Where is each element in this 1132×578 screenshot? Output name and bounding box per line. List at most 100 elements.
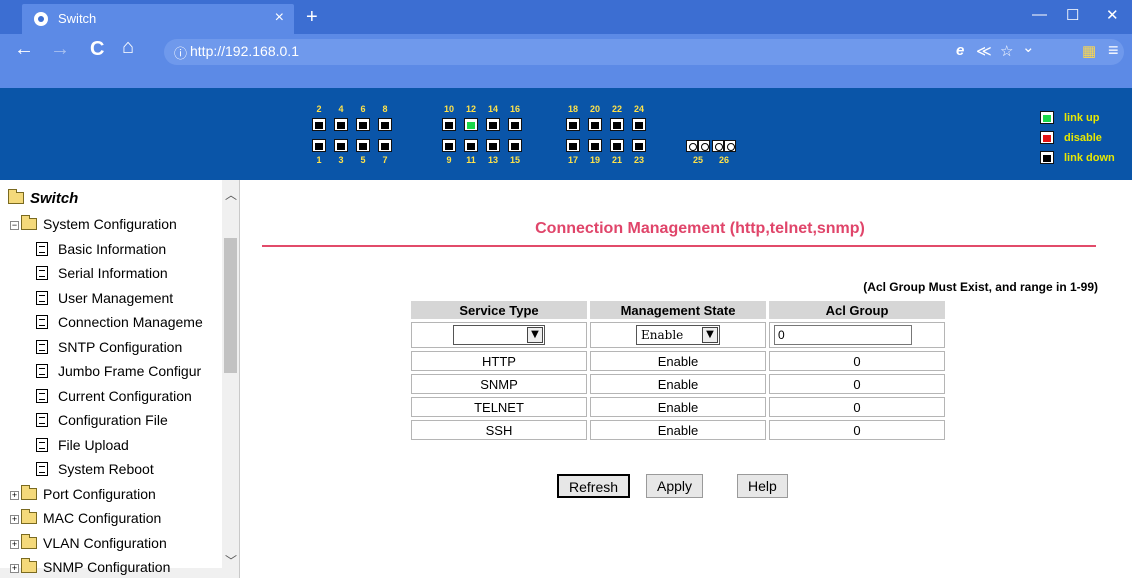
port-4-icon[interactable] [334, 118, 348, 131]
sidebar-item-configuration-file[interactable]: Configuration File [36, 412, 168, 428]
port-3-icon[interactable] [334, 139, 348, 152]
management-state-select[interactable]: Enable ▼ [636, 325, 720, 345]
back-icon[interactable]: ← [14, 38, 34, 61]
sidebar-item-vlan-configuration[interactable]: + VLAN Configuration [10, 533, 167, 551]
new-tab-button[interactable]: + [306, 6, 318, 29]
sidebar-item-current-configuration[interactable]: Current Configuration [36, 388, 192, 404]
fiber-port-25-icon[interactable] [698, 140, 710, 152]
fiber-port-26-icon[interactable] [712, 140, 724, 152]
cell-state: Enable [590, 397, 766, 417]
acl-note: (Acl Group Must Exist, and range in 1-99… [863, 280, 1098, 294]
cell-state: Enable [590, 374, 766, 394]
port-number-14: 14 [487, 104, 498, 114]
sidebar-item-file-upload[interactable]: File Upload [36, 437, 129, 453]
port-number-18: 18 [567, 104, 578, 114]
sidebar-item-mac-configuration[interactable]: + MAC Configuration [10, 509, 161, 526]
sidebar-item-system-reboot[interactable]: System Reboot [36, 461, 154, 477]
service-table: Service Type Management State Acl Group … [408, 298, 948, 443]
scroll-up-icon[interactable]: ︿ [225, 186, 237, 203]
port-7-icon[interactable] [378, 139, 392, 152]
port-17-icon[interactable] [566, 139, 580, 152]
service-type-cell: ▼ [411, 322, 587, 348]
scrollbar-thumb[interactable] [224, 238, 237, 373]
address-bar: ← → C ⌂ ⓘ http://192.168.0.1 e ≪ ☆ ⌄ ▦ ≡ [0, 34, 1132, 88]
port-21-icon[interactable] [610, 139, 624, 152]
apply-button[interactable]: Apply [646, 474, 704, 498]
sidebar-item-snmp-configuration[interactable]: + SNMP Configuration [10, 558, 170, 575]
sidebar-item-sntp-configuration[interactable]: SNTP Configuration [36, 339, 182, 355]
expand-icon[interactable]: + [10, 539, 19, 549]
acl-group-input[interactable]: 0 [774, 325, 912, 345]
port-10-icon[interactable] [442, 118, 456, 131]
header-acl-group: Acl Group [769, 301, 945, 319]
expand-icon[interactable]: + [10, 490, 19, 500]
port-15-icon[interactable] [508, 139, 522, 152]
refresh-button[interactable]: Refresh [557, 474, 631, 498]
fiber-port-26-icon[interactable] [724, 140, 736, 152]
port-9-icon[interactable] [442, 139, 456, 152]
chevron-down-icon[interactable]: ⌄ [1022, 38, 1035, 56]
fiber-port-25-icon[interactable] [686, 140, 698, 152]
tab-close-icon[interactable]: × [275, 9, 284, 27]
table-row[interactable]: SNMP Enable 0 [411, 374, 945, 394]
legend-link-down: link down [1064, 152, 1115, 164]
port-8-icon[interactable] [378, 118, 392, 131]
port-11-icon[interactable] [464, 139, 478, 152]
port-16-icon[interactable] [508, 118, 522, 131]
sidebar-item-label: Configuration File [58, 412, 168, 428]
port-14-icon[interactable] [486, 118, 500, 131]
close-window-icon[interactable]: ✕ [1106, 6, 1119, 24]
sidebar-item-system-configuration[interactable]: − System Configuration [10, 215, 177, 232]
expand-icon[interactable]: + [10, 564, 19, 573]
share-icon[interactable]: ≪ [976, 42, 992, 60]
star-icon[interactable]: ☆ [1000, 42, 1013, 60]
port-number-13: 13 [487, 155, 498, 165]
forward-icon[interactable]: → [50, 38, 70, 61]
table-row[interactable]: SSH Enable 0 [411, 420, 945, 440]
port-number-25: 25 [692, 155, 703, 165]
port-20-icon[interactable] [588, 118, 602, 131]
sidebar-item-jumbo-frame-configur[interactable]: Jumbo Frame Configur [36, 363, 201, 379]
port-2-icon[interactable] [312, 118, 326, 131]
sidebar-item-serial-information[interactable]: Serial Information [36, 265, 168, 281]
site-info-icon[interactable]: ⓘ [174, 43, 187, 62]
sidebar-item-user-management[interactable]: User Management [36, 290, 173, 306]
port-1-icon[interactable] [312, 139, 326, 152]
maximize-icon[interactable]: ☐ [1066, 6, 1079, 24]
port-status-panel: link up disable link down 2 4 6 8 10 12 14 16 18… [0, 88, 1132, 180]
chevron-down-icon[interactable]: ▼ [527, 327, 543, 343]
port-number-7: 7 [382, 155, 388, 165]
port-24-icon[interactable] [632, 118, 646, 131]
document-icon [36, 315, 48, 329]
reload-icon[interactable]: C [90, 38, 104, 61]
expand-icon[interactable]: + [10, 515, 19, 524]
sidebar-item-connection-manageme[interactable]: Connection Manageme [36, 314, 203, 330]
sidebar-item-basic-information[interactable]: Basic Information [36, 241, 166, 257]
service-type-select[interactable]: ▼ [453, 325, 545, 345]
chevron-down-icon[interactable]: ▼ [702, 327, 718, 343]
ie-mode-icon[interactable]: e [956, 42, 964, 59]
sidebar-item-port-configuration[interactable]: + Port Configuration [10, 484, 156, 502]
port-5-icon[interactable] [356, 139, 370, 152]
port-13-icon[interactable] [486, 139, 500, 152]
port-18-icon[interactable] [566, 118, 580, 131]
help-button[interactable]: Help [737, 474, 788, 498]
table-row[interactable]: TELNET Enable 0 [411, 397, 945, 417]
collapse-icon[interactable]: − [10, 221, 19, 230]
table-row[interactable]: HTTP Enable 0 [411, 351, 945, 371]
minimize-icon[interactable]: — [1032, 6, 1047, 23]
menu-icon[interactable]: ≡ [1108, 40, 1119, 61]
port-23-icon[interactable] [632, 139, 646, 152]
sidebar-vertical-scrollbar[interactable]: ︿ ﹀ [222, 180, 239, 578]
tree-root[interactable]: Switch [8, 189, 78, 207]
port-19-icon[interactable] [588, 139, 602, 152]
port-6-icon[interactable] [356, 118, 370, 131]
port-12-icon[interactable] [464, 118, 478, 131]
home-icon[interactable]: ⌂ [122, 36, 134, 59]
cell-service: HTTP [411, 351, 587, 371]
scroll-down-icon[interactable]: ﹀ [225, 552, 237, 569]
port-22-icon[interactable] [610, 118, 624, 131]
apps-icon[interactable]: ▦ [1082, 42, 1096, 60]
browser-tab[interactable]: Switch × [22, 4, 294, 34]
document-icon [36, 364, 48, 378]
